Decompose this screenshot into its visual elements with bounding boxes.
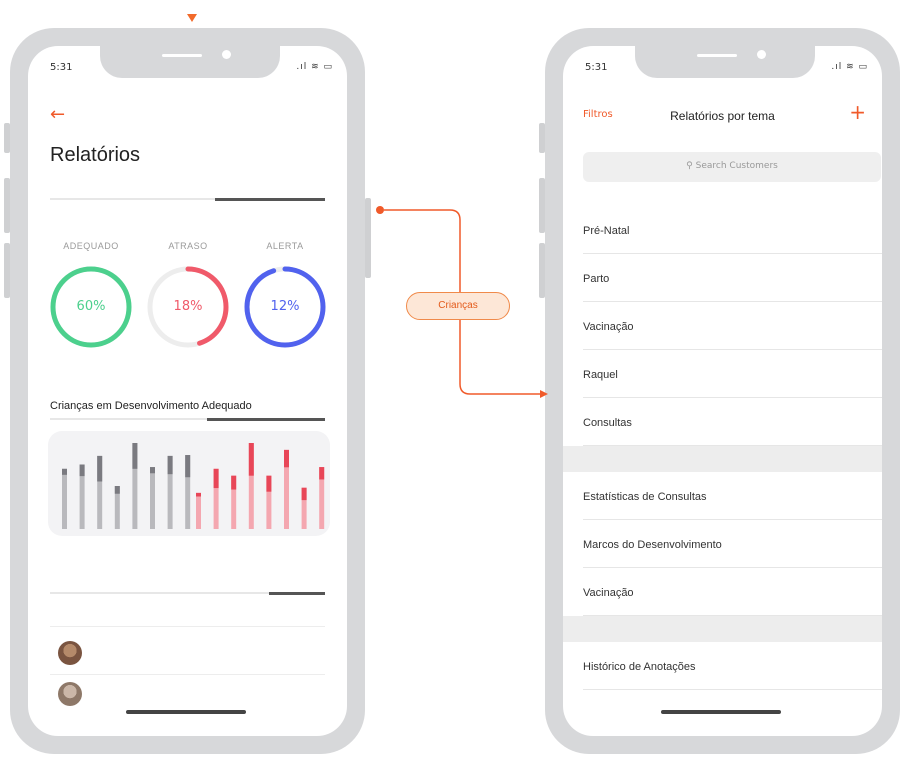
flow-label: Crianças [406, 292, 510, 320]
flow-connector [376, 206, 548, 398]
